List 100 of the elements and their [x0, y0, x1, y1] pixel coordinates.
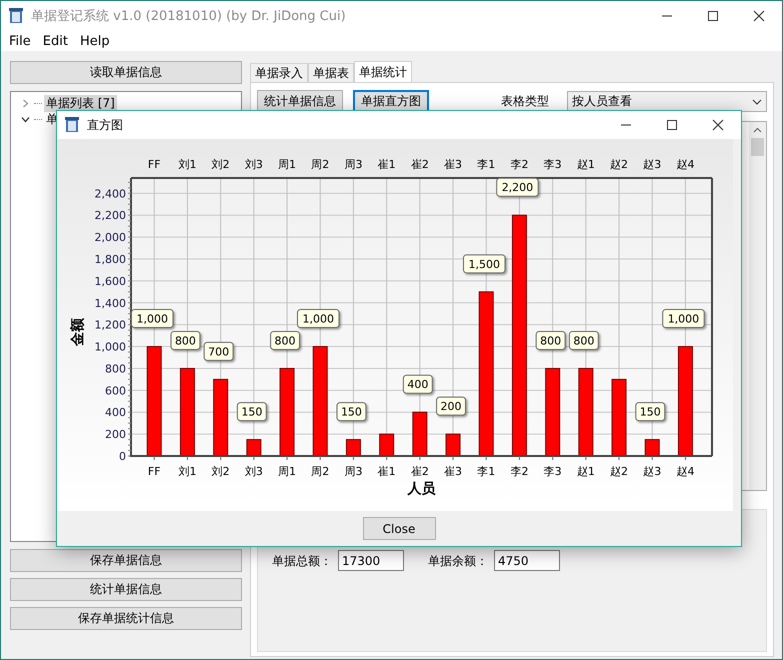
value-label: 800	[568, 330, 599, 350]
scrollbar[interactable]	[749, 122, 766, 490]
menu-item[interactable]: Edit	[36, 34, 74, 48]
action-button[interactable]: 保存单据统计信息	[10, 607, 242, 630]
value-label: 1,000	[662, 309, 705, 328]
x-tick-label: 刘1	[178, 465, 196, 478]
app-icon	[9, 8, 23, 24]
x-tick-label: 李3	[544, 465, 562, 478]
x-tick-label: 周3	[344, 465, 362, 478]
maximize-icon[interactable]	[707, 10, 719, 22]
tree-item[interactable]: 单据列表 [7]	[44, 94, 117, 112]
close-icon[interactable]	[753, 10, 765, 22]
value-label: 1,000	[131, 309, 174, 328]
close-icon[interactable]	[712, 119, 724, 131]
x-tick-label: 李1	[477, 158, 496, 171]
tab[interactable]: 单据表	[308, 63, 354, 82]
x-tick-label: 刘2	[212, 465, 230, 478]
value-label: 1,000	[297, 309, 340, 328]
value-label: 800	[536, 330, 566, 350]
bar	[644, 439, 660, 456]
bar	[412, 412, 428, 456]
x-tick-label: 赵3	[643, 465, 662, 478]
window-title: 单据登记系统 v1.0 (20181010) (by Dr. JiDong Cui)	[31, 8, 347, 25]
x-tick-label: 赵1	[576, 158, 595, 171]
y-tick-label: 0	[119, 450, 126, 463]
table-type-dropdown[interactable]: 按人员查看	[567, 91, 767, 112]
x-tick-label: 李2	[510, 465, 528, 478]
field-label: 表格类型	[501, 93, 549, 110]
value-label: 400	[402, 374, 433, 394]
y-tick-label: 1,800	[94, 253, 126, 266]
y-tick-label: 200	[105, 428, 126, 442]
x-tick-label: 赵2	[610, 465, 628, 478]
bar	[446, 434, 461, 456]
value-label: 700	[204, 342, 234, 361]
x-tick-label: 李2	[510, 158, 528, 171]
read-button[interactable]: 读取单据信息	[10, 61, 242, 84]
menu-item[interactable]: File	[3, 34, 37, 48]
x-tick-label: 刘3	[244, 158, 263, 171]
x-tick-label: 周1	[278, 158, 296, 171]
x-tick-label: 赵3	[643, 158, 662, 171]
x-tick-label: 赵4	[676, 158, 694, 171]
tab[interactable]: 单据统计	[354, 61, 412, 82]
close-button[interactable]: Close	[362, 517, 436, 540]
y-tick-label: 1,000	[94, 340, 126, 354]
y-tick-label: 1,600	[94, 274, 126, 288]
x-tick-label: FF	[148, 158, 161, 171]
y-tick-label: 2,400	[94, 187, 126, 200]
x-tick-label: FF	[148, 465, 161, 478]
x-tick-label: 周3	[344, 158, 362, 171]
value-label: 2,200	[496, 178, 539, 197]
x-axis-title: 人员	[408, 481, 436, 497]
x-tick-label: 崔1	[378, 465, 396, 478]
y-tick-label: 600	[105, 384, 126, 398]
scroll-thumb[interactable]	[751, 138, 764, 156]
input-field[interactable]: 17300	[338, 550, 404, 571]
x-tick-label: 赵1	[576, 465, 595, 478]
x-tick-label: 赵2	[610, 158, 628, 171]
x-tick-label: 李3	[544, 158, 562, 171]
x-tick-label: 崔3	[444, 465, 462, 478]
x-tick-label: 崔2	[410, 158, 429, 171]
y-tick-label: 800	[105, 362, 126, 376]
bar	[346, 439, 361, 456]
scroll-up-icon[interactable]	[753, 127, 762, 133]
x-tick-label: 李1	[477, 465, 496, 478]
y-tick-label: 400	[105, 406, 126, 420]
x-tick-label: 赵4	[676, 465, 694, 478]
collapsed-chevron-icon[interactable]	[21, 98, 30, 108]
y-tick-label: 1,200	[94, 318, 126, 332]
x-tick-label: 周2	[311, 158, 330, 171]
maximize-icon[interactable]	[666, 119, 678, 131]
y-axis-title: 金额	[70, 318, 86, 346]
value-label: 1,500	[463, 254, 506, 274]
value-label: 150	[635, 402, 666, 422]
x-tick-label: 周1	[278, 465, 296, 478]
action-button[interactable]: 统计单据信息	[10, 578, 242, 601]
input-field[interactable]: 4750	[494, 550, 560, 571]
x-tick-label: 崔2	[410, 465, 429, 478]
action-button[interactable]: 保存单据信息	[10, 549, 242, 572]
x-tick-label: 刘1	[178, 158, 196, 171]
value-label: 150	[236, 402, 267, 422]
tree-item[interactable]: 单	[44, 110, 60, 128]
field-label: 单据总额：	[272, 553, 332, 570]
menu-item[interactable]: Help	[74, 34, 116, 48]
x-tick-label: 崔3	[444, 158, 462, 171]
app-icon	[65, 117, 79, 133]
y-tick-label: 2,200	[94, 209, 126, 222]
y-tick-label: 1,400	[94, 296, 126, 310]
value-label: 200	[436, 396, 466, 416]
x-tick-label: 刘3	[244, 465, 263, 478]
y-tick-label: 2,000	[94, 231, 126, 244]
x-tick-label: 刘2	[212, 158, 230, 171]
bar	[379, 434, 394, 456]
caret-icon	[752, 98, 762, 104]
tab[interactable]: 单据录入	[250, 63, 308, 82]
value-label: 800	[270, 330, 300, 350]
value-label: 150	[336, 402, 366, 422]
value-label: 800	[170, 330, 200, 350]
dialog-title: 直方图	[87, 116, 124, 134]
expanded-chevron-icon[interactable]	[21, 114, 30, 124]
bar	[246, 439, 262, 456]
